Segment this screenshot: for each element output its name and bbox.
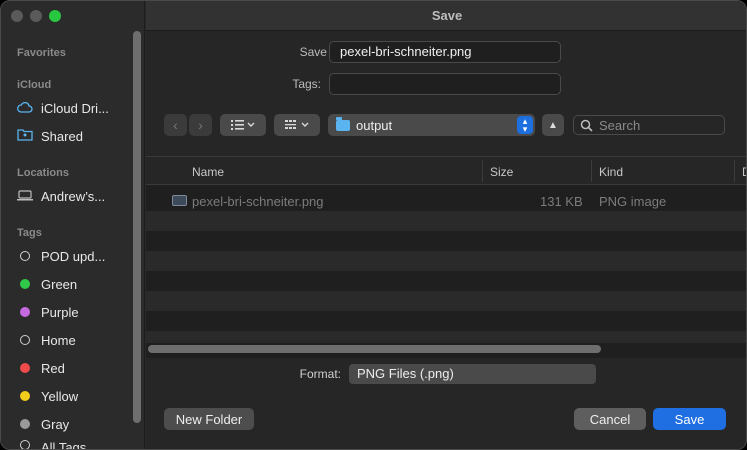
- tag-color-icon: [20, 419, 30, 429]
- sidebar-tag-red[interactable]: Red: [17, 358, 132, 378]
- sidebar-item-label: POD upd...: [41, 248, 106, 264]
- sidebar-tag-all-tags[interactable]: All Tags...: [17, 440, 132, 450]
- collapse-dialog-button[interactable]: ▲: [542, 114, 564, 136]
- up-down-arrows-icon: ▴ ▾: [517, 116, 533, 134]
- sidebar-item-label: Purple: [41, 304, 79, 320]
- horizontal-scrollbar[interactable]: [148, 345, 601, 353]
- tags-field[interactable]: [329, 73, 561, 95]
- table-row: [146, 331, 746, 343]
- tags-label: Tags:: [292, 77, 321, 91]
- table-row[interactable]: pexel-bri-schneiter.png 131 KB PNG image: [146, 191, 746, 211]
- grid-view-icon: [285, 120, 309, 129]
- sidebar-tag-green[interactable]: Green: [17, 274, 132, 294]
- sidebar-item-label: All Tags...: [41, 440, 98, 450]
- column-header-size[interactable]: Size: [490, 165, 513, 179]
- search-placeholder: Search: [599, 117, 641, 133]
- column-divider[interactable]: [591, 160, 592, 182]
- table-row: [146, 251, 746, 271]
- sidebar-tag-yellow[interactable]: Yellow: [17, 386, 132, 406]
- column-divider[interactable]: [734, 160, 735, 182]
- back-button[interactable]: ‹: [164, 114, 187, 136]
- sidebar-tag-gray[interactable]: Gray: [17, 414, 132, 434]
- list-view-icon: [231, 120, 255, 130]
- column-header-name[interactable]: Name: [192, 165, 224, 179]
- list-view-button[interactable]: [220, 114, 266, 136]
- close-window-button[interactable]: [11, 10, 23, 22]
- sidebar-tag-pod-update[interactable]: POD upd...: [17, 246, 132, 266]
- sidebar-scrollbar[interactable]: [133, 31, 141, 423]
- sidebar-item-shared[interactable]: Shared: [17, 126, 132, 146]
- location-label: output: [356, 117, 393, 133]
- file-list-header: Name Size Kind D: [146, 157, 746, 185]
- tag-color-icon: [20, 363, 30, 373]
- file-name: pexel-bri-schneiter.png: [192, 194, 324, 209]
- sidebar: Favorites iCloud iCloud Dri... Shared Lo…: [1, 1, 145, 450]
- save-dialog: Favorites iCloud iCloud Dri... Shared Lo…: [0, 0, 747, 450]
- sidebar-item-label: Andrew’s...: [41, 188, 106, 204]
- file-kind: PNG image: [599, 194, 667, 209]
- forward-button[interactable]: ›: [189, 114, 212, 136]
- main-panel: Save Save As: pexel-bri-schneiter.png Ta…: [146, 1, 746, 449]
- save-as-field[interactable]: pexel-bri-schneiter.png: [329, 41, 561, 63]
- sidebar-section-icloud: iCloud: [17, 79, 52, 91]
- sidebar-item-label: Home: [41, 332, 76, 348]
- window-controls: [11, 10, 61, 22]
- sidebar-item-icloud-drive[interactable]: iCloud Dri...: [17, 98, 132, 118]
- image-file-icon: [172, 195, 187, 206]
- format-label: Format:: [299, 367, 341, 381]
- table-row: [146, 211, 746, 231]
- tag-color-icon: [20, 307, 30, 317]
- search-icon: [580, 119, 593, 132]
- tag-color-icon: [20, 440, 30, 449]
- sidebar-tag-home[interactable]: Home: [17, 330, 132, 350]
- column-header-kind[interactable]: Kind: [599, 165, 623, 179]
- tag-color-icon: [20, 391, 30, 401]
- minimize-window-button[interactable]: [30, 10, 42, 22]
- sidebar-section-favorites: Favorites: [17, 47, 66, 59]
- table-row: [146, 291, 746, 311]
- save-button[interactable]: Save: [653, 408, 726, 430]
- cloud-icon: [17, 101, 33, 116]
- sidebar-tag-purple[interactable]: Purple: [17, 302, 132, 322]
- table-row: [146, 271, 746, 291]
- sidebar-item-label: Red: [41, 360, 65, 376]
- chevron-left-icon: ‹: [173, 117, 178, 133]
- format-popup[interactable]: PNG Files (.png): [349, 364, 596, 384]
- column-divider[interactable]: [482, 160, 483, 182]
- tag-color-icon: [20, 335, 30, 345]
- zoom-window-button[interactable]: [49, 10, 61, 22]
- chevron-up-icon: ▲: [548, 119, 558, 131]
- window-title: Save: [146, 1, 746, 31]
- sidebar-item-andrews-mac[interactable]: Andrew’s...: [17, 186, 132, 206]
- sidebar-section-locations: Locations: [17, 167, 69, 179]
- group-view-button[interactable]: [274, 114, 320, 136]
- tag-color-icon: [20, 279, 30, 289]
- file-size: 131 KB: [540, 194, 583, 209]
- sidebar-section-tags: Tags: [17, 227, 42, 239]
- tag-color-icon: [20, 251, 30, 261]
- column-header-date[interactable]: D: [742, 165, 746, 179]
- laptop-icon: [17, 189, 33, 204]
- file-list: Name Size Kind D pexel-bri-schneiter.png…: [146, 156, 746, 358]
- search-field[interactable]: Search: [573, 115, 725, 135]
- table-row: [146, 311, 746, 331]
- sidebar-item-label: iCloud Dri...: [41, 100, 109, 116]
- sidebar-item-label: Shared: [41, 128, 83, 144]
- sidebar-item-label: Green: [41, 276, 78, 292]
- location-popup[interactable]: output ▴ ▾: [328, 114, 535, 136]
- cancel-button[interactable]: Cancel: [574, 408, 646, 430]
- navigation-buttons: ‹ ›: [164, 114, 212, 136]
- chevron-right-icon: ›: [198, 117, 203, 133]
- sidebar-item-label: Gray: [41, 416, 70, 432]
- folder-icon: [336, 116, 350, 131]
- table-row: [146, 231, 746, 251]
- new-folder-button[interactable]: New Folder: [164, 408, 254, 430]
- sidebar-item-label: Yellow: [41, 388, 79, 404]
- shared-folder-icon: [17, 128, 33, 144]
